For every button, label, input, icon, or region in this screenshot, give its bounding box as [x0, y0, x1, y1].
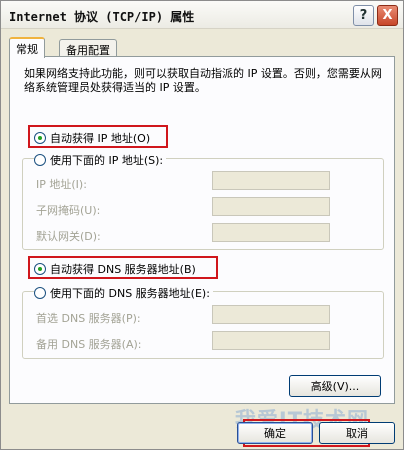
dialog-window: Internet 协议 (TCP/IP) 属性 ? X 常规 备用配置 如果网络… — [0, 0, 404, 450]
advanced-button[interactable]: 高级(V)... — [289, 375, 381, 397]
ok-button[interactable]: 确定 — [237, 422, 313, 444]
radio-auto-ip[interactable]: 自动获得 IP 地址(O) — [34, 130, 150, 146]
radio-auto-dns[interactable]: 自动获得 DNS 服务器地址(B) — [34, 261, 196, 277]
radio-auto-ip-indicator[interactable] — [34, 132, 46, 144]
preferred-dns-label: 首选 DNS 服务器(P): — [36, 312, 141, 325]
alternate-dns-label: 备用 DNS 服务器(A): — [36, 338, 142, 351]
radio-auto-ip-label: 自动获得 IP 地址(O) — [50, 132, 151, 145]
radio-manual-dns[interactable]: 使用下面的 DNS 服务器地址(E): — [34, 285, 213, 301]
description-text: 如果网络支持此功能，则可以获取自动指派的 IP 设置。否则，您需要从网络系统管理… — [24, 67, 382, 94]
radio-manual-dns-indicator[interactable] — [34, 287, 46, 299]
radio-auto-dns-label: 自动获得 DNS 服务器地址(B) — [50, 263, 196, 276]
tab-alternate-config[interactable]: 备用配置 — [59, 39, 117, 57]
close-button[interactable]: X — [377, 5, 398, 26]
radio-manual-dns-label: 使用下面的 DNS 服务器地址(E): — [50, 287, 210, 300]
preferred-dns-input[interactable] — [212, 305, 330, 324]
radio-manual-ip-indicator[interactable] — [34, 154, 46, 166]
subnet-mask-label: 子网掩码(U): — [36, 204, 101, 217]
title-bar: Internet 协议 (TCP/IP) 属性 ? X — [1, 1, 403, 29]
help-button[interactable]: ? — [353, 5, 374, 26]
radio-manual-ip-label: 使用下面的 IP 地址(S): — [50, 154, 164, 167]
default-gateway-input[interactable] — [212, 223, 330, 242]
cancel-button[interactable]: 取消 — [319, 422, 395, 444]
radio-auto-dns-indicator[interactable] — [34, 263, 46, 275]
window-title: Internet 协议 (TCP/IP) 属性 — [9, 10, 195, 24]
ip-address-input[interactable] — [212, 171, 330, 190]
subnet-mask-input[interactable] — [212, 197, 330, 216]
default-gateway-label: 默认网关(D): — [36, 230, 101, 243]
radio-manual-ip[interactable]: 使用下面的 IP 地址(S): — [34, 152, 167, 168]
general-panel: 如果网络支持此功能，则可以获取自动指派的 IP 设置。否则，您需要从网络系统管理… — [9, 56, 395, 404]
alternate-dns-input[interactable] — [212, 331, 330, 350]
tab-general[interactable]: 常规 — [9, 37, 45, 58]
ip-address-label: IP 地址(I): — [36, 178, 87, 191]
